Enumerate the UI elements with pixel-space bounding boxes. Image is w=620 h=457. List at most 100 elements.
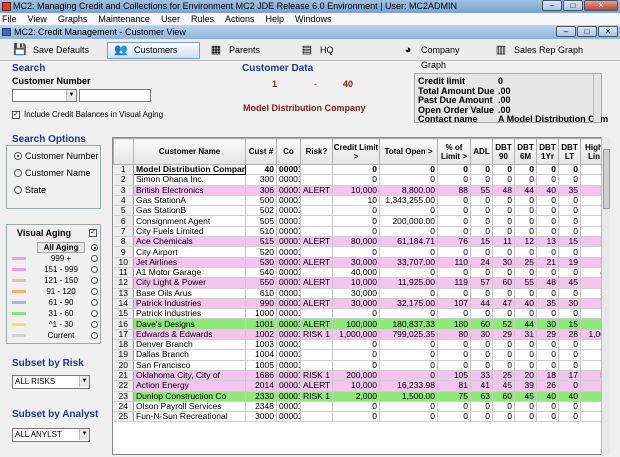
customers-button[interactable]: 👥 Customers [107, 42, 200, 59]
aging-radio[interactable] [91, 310, 98, 317]
menu-item-maintenance[interactable]: Maintenance [98, 13, 150, 25]
aging-radio[interactable] [91, 332, 98, 339]
radio-state[interactable] [14, 186, 22, 194]
subset-risk-dropdown[interactable]: ALL RISKS ▼ [12, 375, 90, 389]
aging-radio[interactable] [91, 299, 98, 306]
column-header[interactable]: Co [276, 138, 301, 165]
column-header[interactable]: DBT 90 [492, 138, 515, 165]
aging-radio[interactable] [91, 277, 98, 284]
aging-radio[interactable] [91, 255, 98, 262]
table-row[interactable]: 13Base Oils Arus6100000130,00000000003 [113, 288, 607, 299]
column-header[interactable]: ADL [470, 138, 493, 165]
aging-bucket-label: 91 - 120 [46, 287, 76, 296]
column-header[interactable]: DBT 1Yr [536, 138, 559, 165]
menu-item-user[interactable]: User [161, 13, 180, 25]
menu-item-rules[interactable]: Rules [191, 13, 214, 25]
column-header[interactable] [113, 138, 134, 165]
visual-aging-checkbox[interactable]: ✓ [89, 229, 97, 237]
cell-d90: 52 [492, 318, 515, 330]
table-row[interactable]: 11A1 Motor Garage5400000140,00000000004 [113, 267, 607, 279]
aging-radio[interactable] [91, 244, 98, 251]
include-credit-balances-checkbox[interactable]: ✓ [12, 111, 20, 119]
cell-cust: 2014 [245, 380, 277, 392]
cell-pct: 0 [437, 164, 471, 176]
table-row[interactable]: 8 Ace Chemicals 515 00001 ALERT 80,000 61,184.… [113, 236, 607, 248]
table-row[interactable]: 15 Patrick Industries 1000 00001 0 0 0 0 0 0 0 0 [113, 308, 607, 320]
option-customer-number: Customer Number [25, 151, 99, 161]
table-row[interactable]: 12 City Light & Power 550 00001 ALERT 10,000 1… [113, 277, 607, 289]
table-row[interactable]: 16 Dave's Designs 1001 00001 ALERT 100,000 180… [113, 318, 607, 330]
close-button[interactable]: ✕ [584, 0, 618, 11]
cell-adl: 57 [470, 277, 493, 289]
info-label: Past Due Amount [418, 95, 493, 105]
table-row[interactable]: 25 Fun-N-Sun Recreational 3000 00001 0 0 0 0 0 0 0… [113, 411, 607, 423]
table-row[interactable]: 22 Action Energy 2014 00001 ALERT 10,000 16,23… [113, 380, 607, 392]
table-row[interactable]: 3 British Electronics 306 00001 ALERT 10,000 8… [113, 185, 607, 196]
cell-co: 00001 [276, 205, 301, 217]
minimize-button[interactable]: – [542, 0, 562, 11]
table-row[interactable]: 5 Gas StationB 502 00001 0 0 0 0 0 0 0 0 [113, 205, 607, 217]
sales-rep-graph-label: Sales Rep Graph [514, 45, 584, 55]
sub-minimize-button[interactable]: – [556, 26, 576, 37]
table-row[interactable]: 14 Patrick Industries 990 00001 ALERT 30,000 3… [113, 298, 607, 310]
cell-limit: 30,000 [332, 298, 380, 310]
table-row[interactable]: 2 Simon Ohana Inc. 300 00001 0 0 0 0 0 0 0 0 [113, 174, 607, 186]
sub-maximize-button[interactable]: □ [577, 26, 597, 37]
table-row[interactable]: 1 Model Distribution Company 40 00001 0 0 0 0 0 0… [113, 163, 607, 176]
column-header[interactable]: Customer Name [133, 138, 246, 165]
cell-pct: 0 [437, 401, 471, 413]
column-header[interactable]: Credit Limit > [332, 138, 380, 165]
company-graph-button[interactable]: ◕ Company Graph [394, 42, 486, 70]
column-header[interactable]: DBT LT [558, 138, 581, 165]
table-row[interactable]: 20 San Francisco 1005 00001 0 0 0 0 0 0 0 0 [113, 360, 607, 371]
table-row[interactable]: 4 Gas StationA 500 00001 10 1,343,255.00 0 0 0 0 0… [113, 195, 607, 207]
aging-radio[interactable] [91, 288, 98, 295]
radio-customer-name[interactable] [14, 169, 22, 177]
hq-button[interactable]: ▤ HQ [293, 42, 353, 59]
cell-adl: 0 [470, 267, 493, 279]
maximize-button[interactable]: □ [563, 0, 583, 11]
menu-item-help[interactable]: Help [265, 13, 284, 25]
table-row[interactable]: 21 Oklahoma City, City of 1686 00001 RISK 12… [113, 370, 607, 382]
sub-close-button[interactable]: ✕ [598, 26, 618, 37]
cell-co: 00001 [276, 370, 301, 382]
aging-radio[interactable] [91, 321, 98, 328]
customer-number-input[interactable] [79, 89, 151, 102]
table-row[interactable]: 18 Denver Branch 1003 00001 0 0 0 0 0 0 0 0 [113, 339, 607, 351]
grid-vertical-scrollbar[interactable] [601, 137, 610, 455]
column-header[interactable]: Risk? [300, 138, 333, 165]
menu-item-view[interactable]: View [28, 13, 47, 25]
table-row[interactable]: 9 City Airport 520 00001 0 0 0 0 0 0 0 0 [113, 246, 607, 258]
cell-d1y: 48 [536, 277, 559, 289]
save-defaults-button[interactable]: 💾 Save Defaults [6, 42, 96, 59]
table-row[interactable]: 17 Edwards & Edwards 1002 00001 RISK 1 1,000,… [113, 329, 607, 341]
column-header[interactable]: Cust # [245, 138, 277, 165]
table-row[interactable]: 19 Dallas Branch 1004 00001 0 0 0 0 0 0 0 0 [113, 349, 607, 361]
table-row[interactable]: 10 Jet Airlines 530 00001 ALERT 30,000 33,707.… [113, 257, 607, 268]
column-header[interactable]: % of Limit > [437, 138, 471, 165]
cell-limit: 0 [332, 174, 380, 186]
menu-item-graphs[interactable]: Graphs [58, 13, 88, 25]
menu-item-windows[interactable]: Windows [295, 13, 332, 25]
table-row[interactable]: 7 City Fuels Limited 510 00001 0 0 0 0 0 0 0 0 [113, 226, 607, 238]
aging-radio[interactable] [91, 266, 98, 273]
cell-d6m: 0 [514, 246, 537, 258]
customer-number-combo[interactable]: ▼ [12, 89, 77, 102]
subset-analyst-dropdown[interactable]: ALL ANYLST ▼ [12, 428, 90, 442]
table-row[interactable]: 23 Dunlop Construction Co 2330 00001 RISK 12… [113, 391, 607, 402]
menu-item-actions[interactable]: Actions [225, 13, 255, 25]
radio-customer-number[interactable] [14, 152, 22, 160]
customer-table: Customer Name Cust # Co Risk? Credit Limit >… [113, 138, 607, 423]
subset-risk-value: ALL RISKS [15, 377, 56, 386]
cell-risk [300, 195, 333, 207]
column-header[interactable]: Total Open > [379, 138, 438, 165]
info-scrollbar[interactable] [593, 74, 601, 122]
sales-rep-graph-button[interactable]: ▥ Sales Rep Graph [487, 42, 592, 59]
column-header[interactable]: DBT 6M [514, 138, 537, 165]
scrollbar-thumb[interactable] [603, 149, 610, 209]
table-row[interactable]: 6 Consignment Agent 505 00001 0 200,000.00 0 0 0… [113, 215, 607, 227]
parents-button[interactable]: ▦ Parents [202, 42, 282, 59]
menu-item-file[interactable]: File [2, 13, 17, 25]
table-row[interactable]: 24 Olson Payroll Services 2348 00001 0 0 0 0 0 0 0… [113, 401, 607, 413]
cell-adl: 0 [470, 205, 493, 217]
